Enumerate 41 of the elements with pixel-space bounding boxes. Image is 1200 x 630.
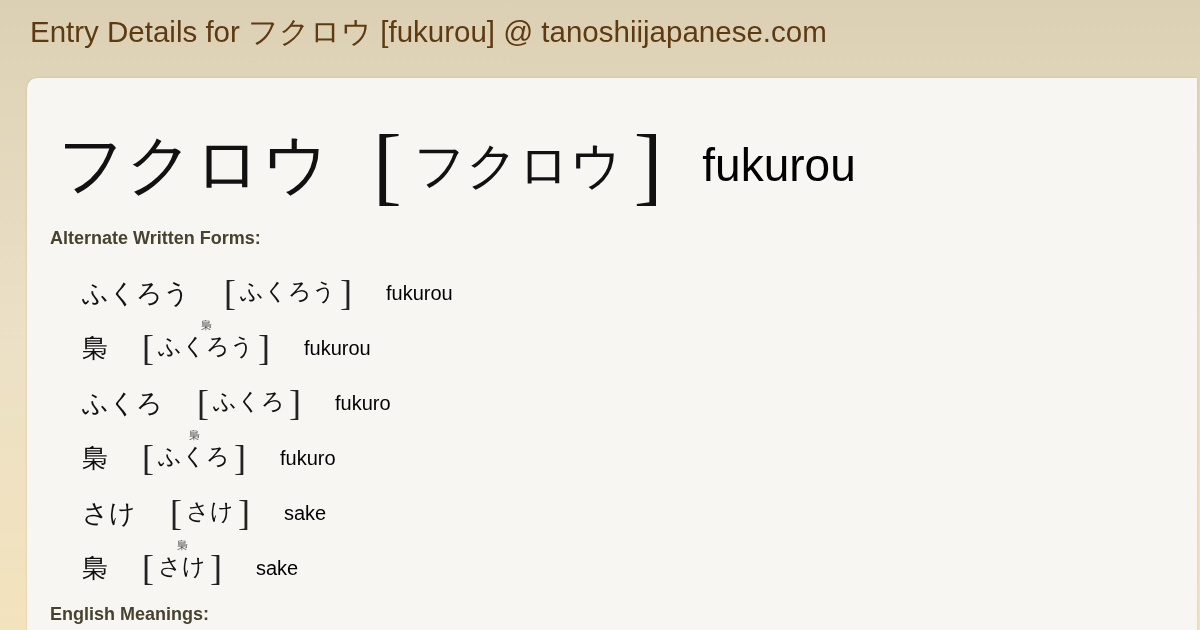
reading-text: ふくろう <box>158 332 254 359</box>
written-form: 梟 <box>82 334 108 361</box>
section-heading: English Meanings: <box>50 603 209 625</box>
close-bracket: ] <box>633 122 663 208</box>
ruby-text: 梟 <box>188 429 200 441</box>
romaji-text: fukuro <box>335 392 391 413</box>
page-title: Entry Details for フクロウ [fukurou] @ tanoshiijapanese.com <box>30 15 827 48</box>
reading-text: ふくろ <box>158 442 230 469</box>
close-bracket: ] <box>234 439 246 476</box>
reading-text: さけ <box>186 497 234 524</box>
ruby-text: 梟 <box>200 319 212 331</box>
romaji-text: fukurou <box>702 142 856 188</box>
reading-text: ふくろう <box>240 277 336 304</box>
open-bracket: [ <box>142 439 154 476</box>
open-bracket: [ <box>197 384 209 421</box>
romaji-text: fukurou <box>386 282 453 303</box>
open-bracket: [ <box>373 122 402 208</box>
reading-text: さけ <box>158 552 206 579</box>
written-form: 梟 <box>82 554 108 581</box>
romaji-text: sake <box>284 502 327 523</box>
close-bracket: ] <box>210 549 222 586</box>
reading-text: ふくろ <box>213 387 285 414</box>
open-bracket: [ <box>142 329 154 366</box>
close-bracket: ] <box>258 329 270 366</box>
close-bracket: ] <box>340 274 352 311</box>
close-bracket: ] <box>289 384 301 421</box>
section-heading: Alternate Written Forms: <box>50 227 261 250</box>
open-bracket: [ <box>170 494 182 531</box>
close-bracket: ] <box>238 494 250 531</box>
reading-text: フクロウ <box>413 135 622 195</box>
ruby-text: 梟 <box>176 539 188 551</box>
written-form: ふくろ <box>82 389 163 416</box>
open-bracket: [ <box>224 274 236 311</box>
written-form: ふくろう <box>82 279 190 306</box>
written-form: 梟 <box>82 444 108 471</box>
romaji-text: fukurou <box>304 337 371 358</box>
entry-word: フクロウ <box>58 132 330 198</box>
open-bracket: [ <box>142 549 154 586</box>
written-form: さけ <box>82 499 136 526</box>
romaji-text: sake <box>256 557 299 578</box>
romaji-text: fukuro <box>280 447 336 468</box>
